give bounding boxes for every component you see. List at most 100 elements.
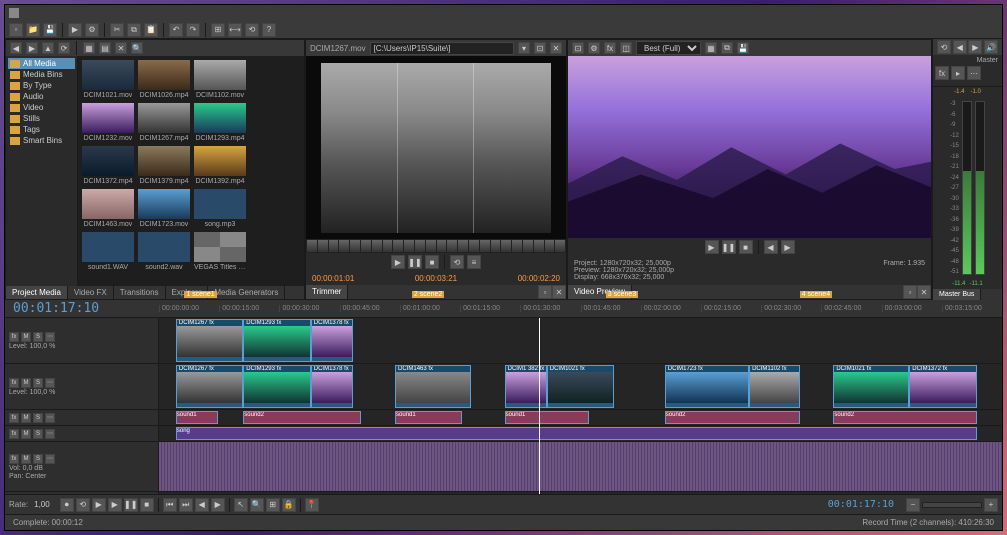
snap-button[interactable]: ⊞ [211,23,225,37]
filmstrip-frame[interactable] [555,240,565,252]
filmstrip-frame[interactable] [491,240,501,252]
media-thumb[interactable]: sound1.WAV [82,232,134,271]
dock-button[interactable]: ▫ [903,285,917,299]
dropdown-icon[interactable]: ▾ [518,42,530,54]
dim-button[interactable]: ▶ [968,40,982,54]
fx-button[interactable]: fx [604,42,616,54]
media-thumb[interactable]: DCIM1102.mov [194,60,246,99]
stop-button[interactable]: ■ [140,498,154,512]
ruler-tick[interactable]: 00:01:30:00 [520,305,580,312]
track-mute-button[interactable]: M [21,454,31,464]
meter-r[interactable] [975,101,985,275]
autoripple-button[interactable]: ⟲ [245,23,259,37]
ruler-tick[interactable]: 00:01:00:00 [400,305,460,312]
tree-item[interactable]: Media Bins [8,69,75,80]
path-input[interactable] [370,42,514,55]
track-solo-button[interactable]: S [33,332,43,342]
ext-monitor-button[interactable]: ⊡ [572,42,584,54]
open-button[interactable]: 📁 [26,23,40,37]
track[interactable]: sound1sound2sound1sound1sound2sound2 [159,410,1002,426]
video-clip[interactable]: DCIM1463 fx [395,365,471,408]
fx-button[interactable]: fx [935,66,949,80]
loop-button[interactable]: ⟲ [450,255,464,269]
normal-tool-button[interactable]: ↖ [234,498,248,512]
stop-button[interactable]: ■ [739,240,753,254]
dock-button[interactable]: ▫ [538,285,552,299]
filmstrip-frame[interactable] [458,240,468,252]
prev-frame-button[interactable]: ◀ [764,240,778,254]
media-thumb[interactable]: DCIM1026.mp4 [138,60,190,99]
fwd-button[interactable]: ▶ [26,42,38,54]
filmstrip-frame[interactable] [469,240,479,252]
track-more-button[interactable]: ⋯ [45,378,55,388]
timeline-marker[interactable]: 3 scene3 [606,291,638,298]
remove-button[interactable]: ✕ [115,42,127,54]
ruler-tick[interactable]: 00:02:30:00 [761,305,821,312]
video-clip[interactable]: DCIM1021 fx [833,365,909,408]
prev-frame-button[interactable]: ◀ [195,498,209,512]
audio-clip[interactable]: sound2 [665,411,800,424]
track-header[interactable]: fxMS⋯Level: 100,0 % [5,318,158,364]
copy-frame-button[interactable]: ⧉ [721,42,733,54]
tracks-area[interactable]: DCIM1267 fxDCIM1293 fxDCIM1378 fxDCIM126… [159,318,1002,494]
refresh-button[interactable]: ⟳ [58,42,70,54]
tree-item[interactable]: Smart Bins [8,135,75,146]
media-thumb[interactable]: VEGAS Titles & Text abstract [194,232,246,271]
next-frame-button[interactable]: ▶ [211,498,225,512]
filmstrip-frame[interactable] [404,240,414,252]
goto-end-button[interactable]: ⏭ [179,498,193,512]
cut-button[interactable]: ✂ [110,23,124,37]
tree-item[interactable]: All Media [8,58,75,69]
render-button[interactable]: ▶ [68,23,82,37]
filmstrip-frame[interactable] [393,240,403,252]
save-button[interactable]: 💾 [43,23,57,37]
filmstrip-frame[interactable] [501,240,511,252]
magnify-tool-button[interactable]: 🔍 [250,498,264,512]
filmstrip-frame[interactable] [545,240,555,252]
filmstrip-frame[interactable] [437,240,447,252]
track[interactable]: song [159,426,1002,442]
play-button[interactable]: ▶ [391,255,405,269]
ruler-tick[interactable]: 00:00:00:00 [159,305,219,312]
track-solo-button[interactable]: S [33,454,43,464]
audio-clip[interactable]: sound1 [176,411,218,424]
video-clip[interactable]: DCIM1 382 fx [505,365,547,408]
media-tab[interactable]: Video FX [68,286,114,299]
zoom-in-button[interactable]: + [984,498,998,512]
media-thumb[interactable]: DCIM1392.mp4 [194,146,246,185]
track-fx-button[interactable]: fx [9,429,19,439]
filmstrip-frame[interactable] [512,240,522,252]
ripple-button[interactable]: ⟷ [228,23,242,37]
media-thumb[interactable]: song.mp3 [194,189,246,228]
media-thumb[interactable]: DCIM1372.mp4 [82,146,134,185]
filmstrip-frame[interactable] [383,240,393,252]
pause-button[interactable]: ❚❚ [124,498,138,512]
track-more-button[interactable]: ⋯ [45,429,55,439]
next-frame-button[interactable]: ▶ [781,240,795,254]
video-clip[interactable]: DCIM1293 fx [243,365,310,408]
audio-clip[interactable]: song [176,427,977,440]
filmstrip-frame[interactable] [350,240,360,252]
prev-settings-button[interactable]: ⚙ [588,42,600,54]
video-clip[interactable]: DCIM1372 fx [909,365,976,408]
filmstrip-frame[interactable] [447,240,457,252]
filmstrip-frame[interactable] [329,240,339,252]
close-icon[interactable]: ✕ [550,42,562,54]
filmstrip[interactable] [306,239,566,253]
tree-item[interactable]: Audio [8,91,75,102]
transport-timecode[interactable]: 00:01:17:10 [828,499,894,510]
whatsthis-button[interactable]: ? [262,23,276,37]
filmstrip-frame[interactable] [339,240,349,252]
meter-l[interactable] [962,101,972,275]
video-clip[interactable]: DCIM1267 fx [176,319,243,362]
tree-item[interactable]: Tags [8,124,75,135]
video-clip[interactable]: DCIM1021 fx [547,365,614,408]
timeline-timecode[interactable]: 00:01:17:10 [5,301,159,316]
play-button[interactable]: ▶ [705,240,719,254]
track[interactable]: DCIM1267 fxDCIM1293 fxDCIM1378 fx [159,318,1002,364]
video-clip[interactable]: DCIM1102 fx [749,365,800,408]
track-mute-button[interactable]: M [21,413,31,423]
ruler-tick[interactable]: 00:03:00:00 [882,305,942,312]
video-clip[interactable]: DCIM1378 fx [311,365,353,408]
filmstrip-frame[interactable] [372,240,382,252]
